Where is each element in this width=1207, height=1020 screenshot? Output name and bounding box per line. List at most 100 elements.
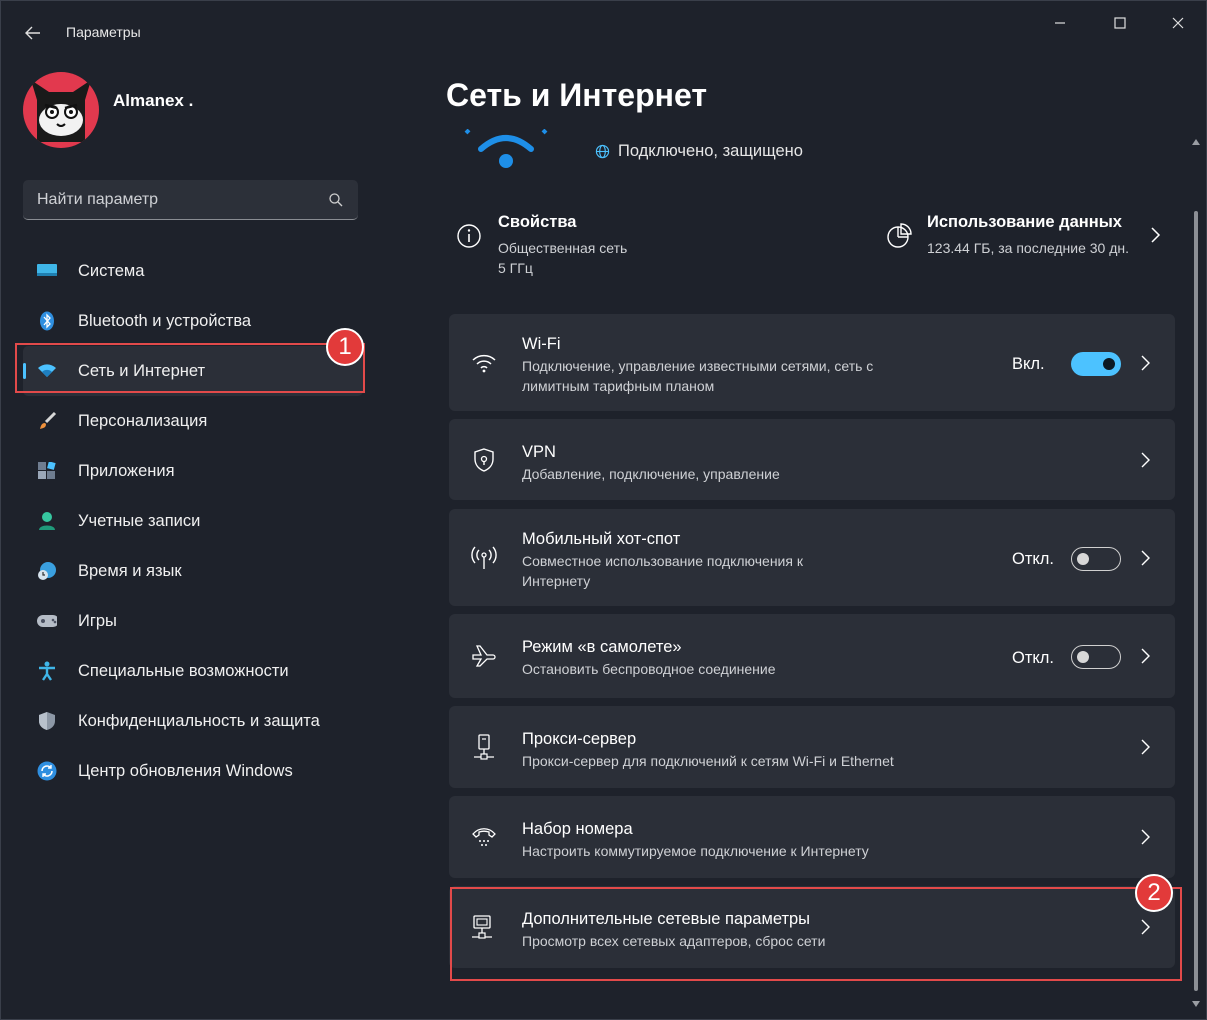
card-title: Режим «в самолете» xyxy=(522,638,682,656)
bluetooth-icon xyxy=(37,311,57,331)
card-description: Настроить коммутируемое подключение к Ин… xyxy=(522,843,869,859)
card-description: Подключение, управление известными сетям… xyxy=(522,358,874,394)
gamepad-icon xyxy=(37,611,57,631)
user-name: Almanex . xyxy=(113,91,194,110)
dialup-card[interactable]: Набор номера Настроить коммутируемое под… xyxy=(449,796,1175,878)
close-button[interactable] xyxy=(1155,9,1201,37)
vpn-shield-icon xyxy=(471,447,497,473)
sidebar-item-time-language[interactable]: Время и язык xyxy=(23,546,363,596)
sidebar-item-accounts[interactable]: Учетные записи xyxy=(23,496,363,546)
chevron-right-icon xyxy=(1141,452,1150,468)
globe-icon xyxy=(595,144,610,159)
card-title: Прокси-сервер xyxy=(522,730,637,748)
toggle-knob xyxy=(1077,553,1089,565)
sidebar-item-system[interactable]: Система xyxy=(23,246,363,296)
avatar[interactable] xyxy=(23,72,99,148)
settings-window: Параметры Almanex . Найти параметр Систе… xyxy=(0,0,1207,1020)
sidebar-item-apps[interactable]: Приложения xyxy=(23,446,363,496)
info-icon xyxy=(457,224,481,248)
arrow-left-icon xyxy=(25,26,40,40)
proxy-card[interactable]: Прокси-сервер Прокси-сервер для подключе… xyxy=(449,706,1175,788)
chevron-right-icon xyxy=(1141,829,1150,845)
close-icon xyxy=(1172,17,1184,29)
sidebar-item-label: Конфиденциальность и защита xyxy=(78,711,320,730)
chevron-right-icon xyxy=(1141,550,1150,566)
sidebar-item-personalization[interactable]: Персонализация xyxy=(23,396,363,446)
airplane-icon xyxy=(471,644,497,670)
sidebar-item-label: Игры xyxy=(78,611,117,630)
minimize-button[interactable] xyxy=(1037,9,1083,37)
search-input[interactable]: Найти параметр xyxy=(23,180,358,220)
annotation-highlight-1 xyxy=(15,343,365,393)
annotation-highlight-2 xyxy=(450,887,1182,981)
chevron-right-icon xyxy=(1141,355,1150,371)
sidebar-item-label: Система xyxy=(78,261,145,280)
sidebar-item-label: Специальные возможности xyxy=(78,661,289,680)
status-text: Подключено, защищено xyxy=(618,142,803,160)
sidebar-nav: Система Bluetooth и устройства Сеть и Ин… xyxy=(23,246,363,796)
app-title: Параметры xyxy=(66,24,141,40)
account-icon xyxy=(37,511,57,531)
card-description: Остановить беспроводное соединение xyxy=(522,661,776,677)
card-title: VPN xyxy=(522,443,556,461)
toggle-knob xyxy=(1103,358,1115,370)
chevron-right-icon[interactable] xyxy=(1149,226,1161,244)
sidebar-item-gaming[interactable]: Игры xyxy=(23,596,363,646)
scrollbar-thumb[interactable] xyxy=(1194,211,1198,991)
accessibility-icon xyxy=(37,661,57,681)
chevron-right-icon xyxy=(1141,648,1150,664)
sidebar-item-label: Центр обновления Windows xyxy=(78,761,293,780)
mobile-hotspot-card[interactable]: Мобильный хот-спот Совместное использова… xyxy=(449,509,1175,606)
sidebar-item-windows-update[interactable]: Центр обновления Windows xyxy=(23,746,363,796)
wifi-toggle[interactable] xyxy=(1071,352,1121,376)
toggle-knob xyxy=(1077,651,1089,663)
toggle-state-label: Вкл. xyxy=(1012,355,1045,373)
sidebar-item-label: Время и язык xyxy=(78,561,182,580)
card-description: Добавление, подключение, управление xyxy=(522,466,780,482)
airplane-mode-toggle[interactable] xyxy=(1071,645,1121,669)
sidebar-item-privacy[interactable]: Конфиденциальность и защита xyxy=(23,696,363,746)
network-type: Общественная сеть xyxy=(498,240,628,256)
properties-title: Свойства xyxy=(498,213,577,231)
hotspot-icon xyxy=(471,545,497,571)
wifi-card[interactable]: Wi-Fi Подключение, управление известными… xyxy=(449,314,1175,411)
data-usage-title: Использование данных xyxy=(927,213,1122,231)
data-usage-value: 123.44 ГБ, за последние 30 дн. xyxy=(927,240,1130,256)
sidebar-item-label: Персонализация xyxy=(78,411,208,430)
proxy-server-icon xyxy=(471,734,497,760)
card-description: Совместное использование подключения к И… xyxy=(522,553,803,589)
search-placeholder: Найти параметр xyxy=(37,191,159,208)
card-description: Прокси-сервер для подключений к сетям Wi… xyxy=(522,753,894,769)
hotspot-toggle[interactable] xyxy=(1071,547,1121,571)
back-button[interactable] xyxy=(19,19,47,47)
toggle-state-label: Откл. xyxy=(1012,649,1055,667)
sidebar-item-bluetooth[interactable]: Bluetooth и устройства xyxy=(23,296,363,346)
connection-status: Подключено, защищено xyxy=(595,142,803,161)
sidebar-item-label: Приложения xyxy=(78,461,175,480)
card-title: Набор номера xyxy=(522,820,633,838)
page-title: Сеть и Интернет xyxy=(446,77,707,113)
cat-avatar-icon xyxy=(31,80,91,142)
shield-icon xyxy=(37,711,57,731)
scroll-down-arrow-icon[interactable] xyxy=(1192,1001,1200,1007)
vpn-card[interactable]: VPN Добавление, подключение, управление xyxy=(449,419,1175,500)
chevron-right-icon xyxy=(1141,739,1150,755)
card-title: Мобильный хот-спот xyxy=(522,530,681,548)
update-icon xyxy=(37,761,57,781)
wifi-status-icon xyxy=(463,129,549,173)
sidebar-item-label: Bluetooth и устройства xyxy=(78,311,252,330)
scroll-up-arrow-icon[interactable] xyxy=(1192,139,1200,145)
sidebar-item-accessibility[interactable]: Специальные возможности xyxy=(23,646,363,696)
maximize-button[interactable] xyxy=(1097,9,1143,37)
pie-chart-icon xyxy=(887,223,912,248)
system-display-icon xyxy=(37,261,57,281)
brush-icon xyxy=(37,411,57,431)
maximize-icon xyxy=(1114,17,1126,29)
airplane-mode-card[interactable]: Режим «в самолете» Остановить беспроводн… xyxy=(449,614,1175,698)
search-icon xyxy=(329,193,343,207)
minimize-icon xyxy=(1055,22,1065,24)
title-bar: Параметры xyxy=(1,1,1207,61)
apps-icon xyxy=(37,461,57,481)
wifi-icon xyxy=(471,350,497,376)
toggle-state-label: Откл. xyxy=(1012,550,1055,568)
